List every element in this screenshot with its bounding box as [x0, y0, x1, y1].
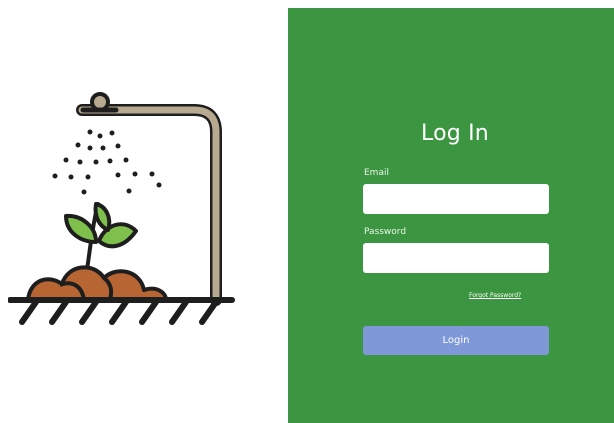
password-field[interactable] — [363, 243, 549, 273]
login-page: Log In Email Password Forgot Password? L… — [0, 0, 614, 423]
watering-plant-icon — [8, 92, 235, 325]
login-title: Log In — [421, 121, 489, 146]
login-button[interactable]: Login — [363, 326, 549, 355]
password-label: Password — [364, 227, 407, 237]
forgot-password-link[interactable]: Forgot Password? — [469, 292, 521, 300]
email-field[interactable] — [363, 184, 549, 214]
login-panel: Log In Email Password Forgot Password? L… — [288, 8, 614, 423]
email-label: Email — [364, 168, 389, 178]
